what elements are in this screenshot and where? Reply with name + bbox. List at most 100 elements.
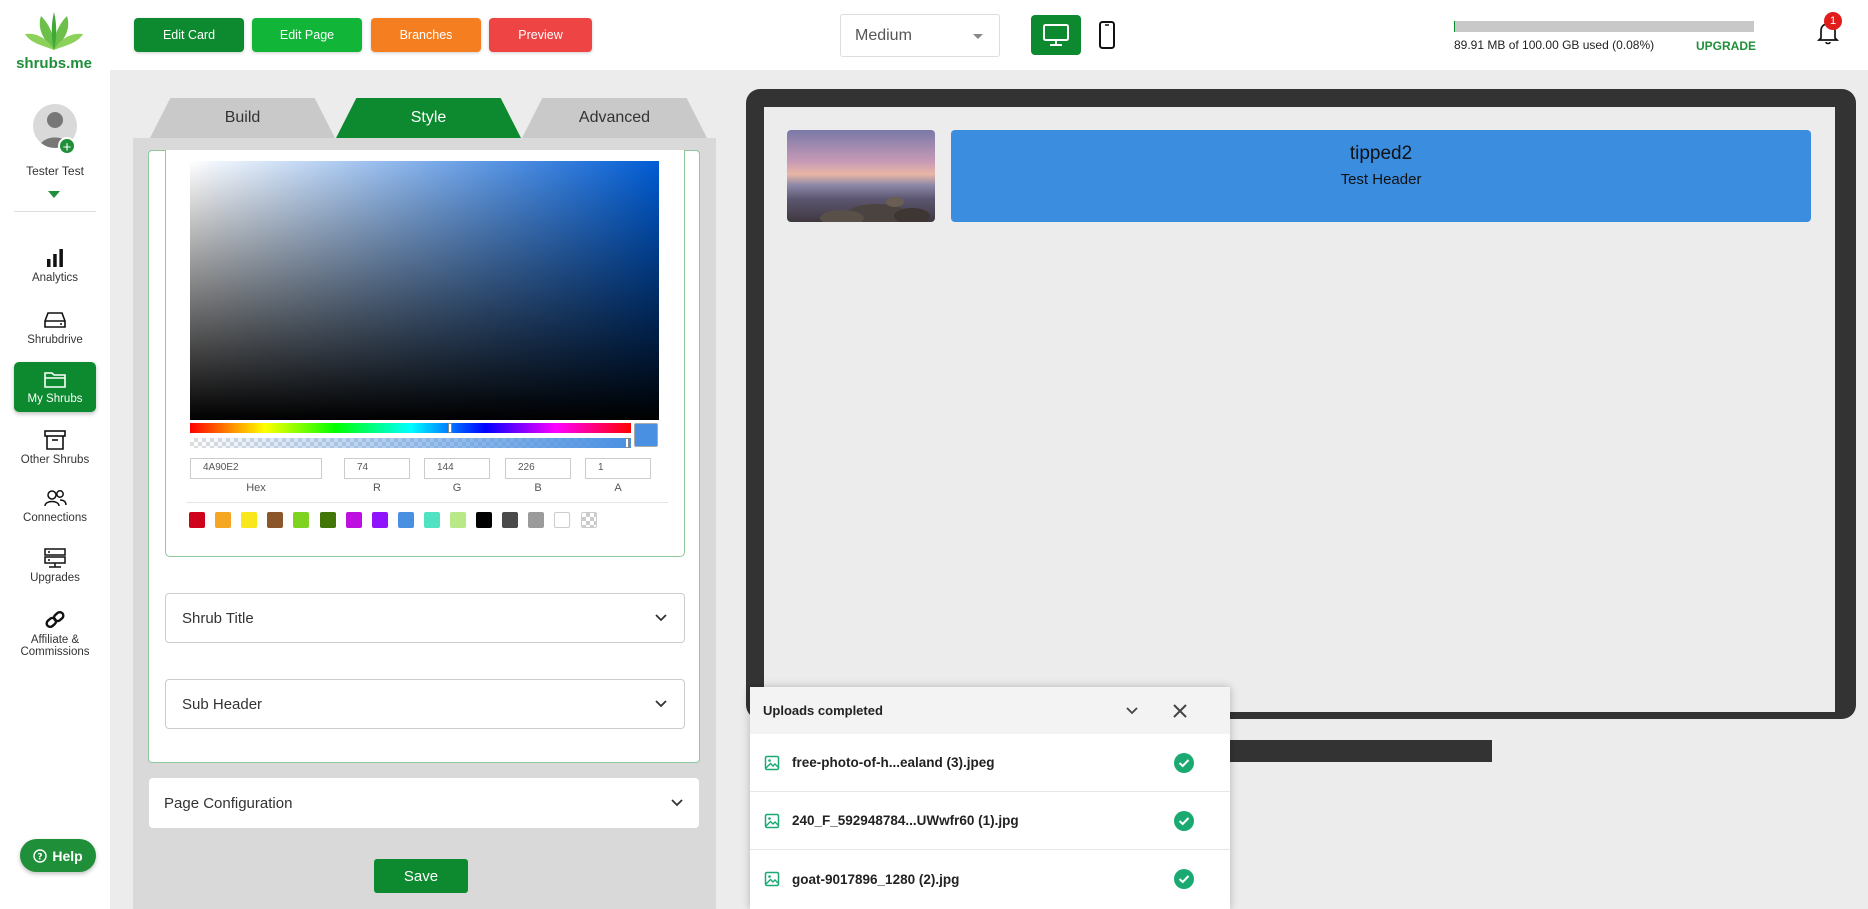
red-input[interactable]: 74 [344,458,410,479]
sidebar-item-analytics[interactable]: Analytics [14,247,96,287]
upload-item[interactable]: goat-9017896_1280 (2).jpg [750,850,1230,908]
sidebar-item-my-shrubs[interactable]: My Shrubs [14,362,96,412]
sidebar-item-label: My Shrubs [27,393,83,405]
color-swatch[interactable] [319,512,336,528]
sub-header-accordion[interactable]: Sub Header [165,679,685,729]
sidebar-item-label: Other Shrubs [20,454,90,466]
help-label: Help [52,847,83,864]
image-file-icon [764,813,780,828]
help-button[interactable]: ? Help [20,839,96,872]
preview-card-image[interactable] [787,130,935,222]
chevron-down-icon [655,614,667,622]
sidebar-item-label: Connections [23,512,87,524]
hex-label: Hex [246,482,266,494]
color-swatch[interactable] [371,512,388,528]
question-circle-icon: ? [33,848,48,863]
color-swatch[interactable] [189,512,205,528]
add-avatar-button[interactable]: + [58,137,76,156]
edit-page-button[interactable]: Edit Page [252,18,362,52]
server-icon [44,548,66,568]
edit-card-button[interactable]: Edit Card [134,18,244,52]
sidebar-item-affiliate[interactable]: Affiliate & Commissions [14,609,96,665]
user-menu-caret-icon[interactable] [48,191,60,198]
green-label: G [452,482,462,494]
logo-text: shrubs.me [16,55,92,72]
color-swatch[interactable] [528,512,545,528]
tab-advanced[interactable]: Advanced [522,98,707,138]
monitor-stand [1227,740,1492,762]
saturation-area[interactable] [190,161,659,420]
hue-slider[interactable] [190,423,631,433]
color-swatch[interactable] [267,512,284,528]
color-swatch[interactable] [241,512,258,528]
color-swatch[interactable] [215,512,232,528]
sidebar-item-connections[interactable]: Connections [14,487,96,527]
check-circle-icon [1174,753,1194,773]
size-select[interactable]: Medium [840,14,1000,57]
color-swatch[interactable] [502,512,519,528]
color-swatch[interactable] [554,512,571,528]
sidebar-item-label: Affiliate & Commissions [20,634,90,658]
collapse-chevron-icon[interactable] [1125,706,1139,716]
preview-subheader: Test Header [1340,171,1422,188]
close-icon[interactable] [1172,703,1188,719]
accordion-label: Shrub Title [182,609,254,627]
sidebar-item-other-shrubs[interactable]: Other Shrubs [14,429,96,469]
color-swatch[interactable] [293,512,310,528]
desktop-view-button[interactable] [1031,15,1081,55]
tab-build[interactable]: Build [150,98,335,138]
analytics-icon [47,249,63,267]
color-swatch[interactable] [423,512,440,528]
page-configuration-accordion[interactable]: Page Configuration [149,778,699,828]
sidebar-divider [14,211,96,212]
blue-input[interactable]: 226 [505,458,571,479]
shrub-title-accordion[interactable]: Shrub Title [165,593,685,643]
red-label: R [373,482,381,494]
leaf-logo-icon [25,12,83,50]
editor-tabs: Build Style Advanced [150,98,710,138]
preview-card-header[interactable]: tipped2 Test Header [951,130,1811,222]
accordion-label: Sub Header [182,695,263,713]
color-swatch[interactable] [450,512,466,528]
image-file-icon [764,755,780,770]
upload-item[interactable]: 240_F_592948784...UWwfr60 (1).jpg [750,792,1230,850]
check-circle-icon [1174,869,1194,889]
brand-logo[interactable]: shrubs.me [14,10,94,72]
branches-button[interactable]: Branches [371,18,481,52]
check-circle-icon [1174,811,1194,831]
color-swatch[interactable] [580,512,597,528]
green-input[interactable]: 144 [424,458,490,479]
upgrade-link[interactable]: UPGRADE [1696,39,1756,53]
upload-item[interactable]: free-photo-of-h...ealand (3).jpeg [750,734,1230,792]
alpha-slider-handle[interactable] [625,438,629,448]
mobile-view-button[interactable] [1082,15,1132,55]
save-button[interactable]: Save [374,859,468,893]
color-swatch[interactable] [397,512,414,528]
uploads-panel: Uploads completed free-photo-of-h...eala… [750,687,1230,909]
hue-slider-handle[interactable] [448,423,452,433]
archive-icon [44,430,66,450]
swatch-divider [186,502,668,503]
preview-button[interactable]: Preview [489,18,592,52]
sidebar-item-shrubdrive[interactable]: Shrubdrive [14,309,96,349]
color-swatch[interactable] [345,512,362,528]
sidebar-item-label: Analytics [31,272,79,284]
alpha-label: A [614,482,622,494]
tab-style[interactable]: Style [336,98,521,138]
color-swatch[interactable] [476,512,493,528]
storage-usage-text: 89.91 MB of 100.00 GB used (0.08%) [1454,38,1655,52]
blue-label: B [534,482,542,494]
hex-input[interactable]: 4A90E2 [190,458,322,479]
alpha-input[interactable]: 1 [585,458,651,479]
alpha-slider[interactable] [190,438,631,448]
mobile-icon [1099,21,1115,49]
image-file-icon [764,871,780,887]
upload-file-name: free-photo-of-h...ealand (3).jpeg [792,755,995,770]
sidebar-item-upgrades[interactable]: Upgrades [14,547,96,587]
storage-usage-bar [1454,21,1754,32]
link-icon [45,610,65,629]
drive-icon [44,312,66,328]
uploads-title: Uploads completed [763,703,883,718]
chevron-down-icon [655,700,667,708]
svg-text:?: ? [38,852,43,862]
